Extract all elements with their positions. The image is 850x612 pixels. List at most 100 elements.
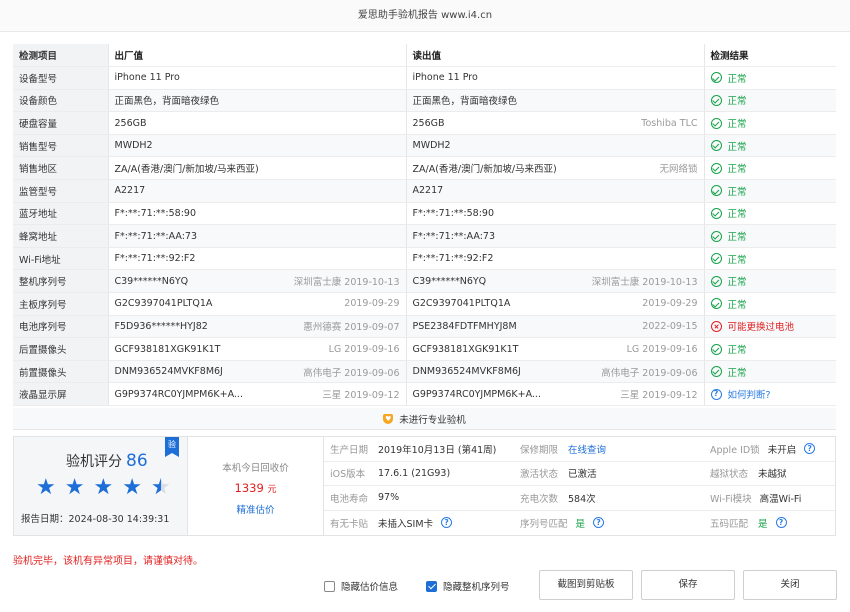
info-value: 2019年10月13日 (第41周)	[378, 444, 497, 456]
read-value: 256GB	[412, 117, 445, 129]
result-text: 正常	[727, 96, 747, 108]
info-key: 电池寿命	[330, 493, 369, 505]
table-row: 设备颜色 正面黑色，背面暗夜绿色 正面黑色，背面暗夜绿色 正常	[13, 89, 836, 113]
info-key: 充电次数	[520, 493, 559, 505]
help-icon[interactable]: ?	[441, 517, 453, 529]
result-cell: 正常	[703, 111, 836, 135]
item-name: 设备型号	[13, 66, 108, 90]
table-row: 监管型号 A2217 A2217 正常	[13, 179, 836, 203]
info-value: 是	[575, 518, 586, 530]
result-cell: 正常	[703, 156, 836, 181]
help-icon[interactable]: ?	[804, 443, 816, 455]
info-key: 越狱状态	[710, 469, 749, 481]
factory-note: 高伟电子 2019-09-06	[303, 367, 400, 379]
checkbox-icon[interactable]	[324, 580, 335, 592]
header-read: 读出值	[405, 44, 704, 68]
close-button[interactable]: 关闭	[743, 570, 837, 600]
read-value-cell: ZA/A(香港/澳门/新加坡/马来西亚) 无网络锁	[405, 156, 704, 181]
result-text: 正常	[727, 254, 747, 266]
hide-serial-label: 隐藏整机序列号	[443, 582, 510, 593]
info-item: 激活状态 已激活	[514, 462, 704, 486]
factory-value-cell: ZA/A(香港/澳门/新加坡/马来西亚)	[107, 156, 406, 181]
factory-note: 2019-09-29	[344, 298, 400, 310]
item-name: 液晶显示屏	[13, 382, 108, 406]
info-key: Apple ID锁	[710, 444, 760, 456]
result-text: 正常	[727, 277, 747, 289]
result-text: 正常	[727, 345, 747, 357]
item-name: 设备颜色	[13, 89, 108, 113]
screenshot-button[interactable]: 截图到剪贴板	[539, 570, 633, 600]
result-cell[interactable]: ? 如何判断?	[703, 382, 836, 406]
info-value[interactable]: 在线查询	[568, 442, 606, 456]
result-text[interactable]: 如何判断?	[728, 387, 771, 401]
read-value: DNM936524MVKF8M6J	[412, 366, 521, 378]
factory-value: DNM936524MVKF8M6J	[114, 366, 223, 378]
notice-text: 未进行专业验机	[399, 414, 466, 426]
recycle-label: 本机今日回收价	[222, 463, 289, 474]
info-item: 越狱状态 未越狱	[704, 462, 835, 486]
check-circle-icon	[710, 72, 722, 84]
info-item: iOS版本 17.6.1 (21G93)	[324, 462, 514, 486]
check-circle-icon	[710, 253, 722, 265]
check-circle-icon	[710, 366, 722, 378]
read-value-cell: F*:**:71:**:AA:73	[405, 224, 704, 248]
save-button[interactable]: 保存	[641, 570, 735, 600]
info-value: 584次	[568, 493, 596, 505]
result-cell: 正常	[703, 269, 836, 294]
table-row: 主板序列号 G2C9397041PLTQ1A 2019-09-29 G2C939704…	[13, 292, 836, 316]
info-item: 充电次数 584次	[514, 486, 704, 511]
help-icon[interactable]: ?	[593, 517, 605, 529]
factory-value: F*:**:71:**:58:90	[114, 207, 196, 219]
read-value: iPhone 11 Pro	[412, 72, 478, 84]
info-value: 97%	[378, 492, 400, 504]
read-value: F*:**:71:**:58:90	[412, 207, 494, 219]
info-key: 生产日期	[330, 444, 369, 456]
read-value-cell: F*:**:71:**:92:F2	[405, 247, 704, 271]
table-row: Wi-Fi地址 F*:**:71:**:92:F2 F*:**:71:**:92:F…	[13, 247, 836, 271]
table-row: 电池序列号 F5D936******HYJ82 惠州德赛 2019-09-07 PSE…	[13, 315, 836, 339]
item-name: 前置摄像头	[13, 360, 108, 384]
question-circle-icon: ?	[710, 388, 722, 400]
factory-value-cell: F*:**:71:**:92:F2	[107, 247, 406, 271]
recycle-panel: 本机今日回收价 1339 元 精准估价	[188, 437, 324, 535]
check-circle-icon	[710, 298, 722, 310]
recycle-price-value: 1339	[234, 481, 264, 495]
factory-note: 惠州德赛 2019-09-07	[303, 322, 400, 334]
accurate-estimate-link[interactable]: 精准估价	[188, 502, 323, 516]
notice-bar: ♥ 未进行专业验机	[13, 408, 836, 430]
info-key: 激活状态	[520, 469, 559, 481]
help-icon[interactable]: ?	[775, 517, 787, 529]
read-value-cell: PSE2384FDTFMHYJ8M 2022-09-15	[405, 315, 704, 339]
info-key: 五码匹配	[710, 518, 749, 530]
inspection-table: 检测项目 出厂值 读出值 检测结果 设备型号 iPhone 11 Pro iPhon…	[13, 44, 836, 406]
hide-price-label: 隐藏估价信息	[341, 582, 399, 593]
factory-value: F*:**:71:**:92:F2	[114, 253, 196, 265]
factory-value-cell: 正面黑色，背面暗夜绿色	[107, 89, 406, 113]
read-note: 三星 2019-09-12	[620, 390, 698, 402]
info-value: 未越狱	[758, 469, 787, 481]
read-value: PSE2384FDTFMHYJ8M	[412, 320, 517, 332]
factory-value: iPhone 11 Pro	[114, 72, 180, 84]
star-icon: ★	[122, 475, 142, 500]
header-item: 检测项目	[13, 44, 108, 68]
header-factory: 出厂值	[107, 44, 406, 68]
check-circle-icon	[710, 94, 722, 106]
info-value: 未开启	[767, 444, 797, 456]
star-icon: ★	[36, 475, 56, 500]
factory-value: C39******N6YQ	[114, 275, 189, 287]
factory-value-cell: GCF938181XGK91K1T LG 2019-09-16	[107, 337, 406, 361]
footer-bar: 隐藏估价信息 隐藏整机序列号 截图到剪贴板 保存 关闭	[0, 566, 850, 604]
item-name: 销售地区	[13, 156, 108, 181]
hide-price-checkbox[interactable]: 隐藏估价信息	[324, 579, 398, 593]
check-circle-icon	[710, 230, 722, 242]
factory-value-cell: DNM936524MVKF8M6J 高伟电子 2019-09-06	[107, 360, 406, 384]
result-text: 正常	[727, 119, 747, 131]
checkbox-icon[interactable]	[426, 580, 437, 592]
star-rating: ★ ★ ★ ★ ★	[36, 475, 171, 500]
info-value: 已激活	[568, 469, 597, 481]
read-value-cell: A2217	[405, 179, 704, 203]
read-value-cell: MWDH2	[405, 134, 704, 158]
hide-serial-checkbox[interactable]: 隐藏整机序列号	[426, 579, 510, 593]
read-value: A2217	[412, 185, 444, 197]
read-value: MWDH2	[412, 140, 451, 152]
